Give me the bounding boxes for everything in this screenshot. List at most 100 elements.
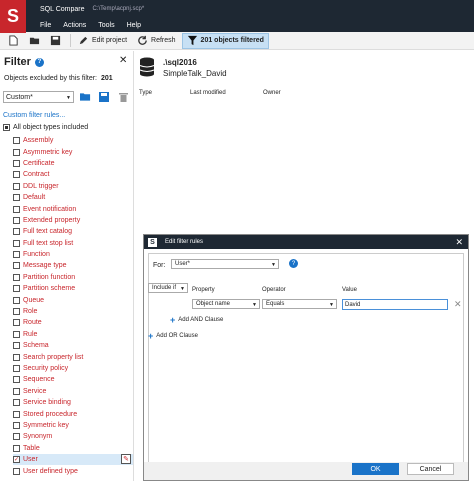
filter-toggle-button[interactable]: 201 objects filtered xyxy=(181,32,269,49)
checkbox[interactable] xyxy=(13,319,20,327)
add-or-clause-button[interactable]: + Add OR Clause xyxy=(148,331,198,341)
chevron-down-icon: ▼ xyxy=(180,286,185,292)
column-last-modified[interactable]: Last modified xyxy=(190,90,226,96)
checkbox[interactable] xyxy=(13,421,20,429)
dialog-close-icon[interactable]: ✕ xyxy=(455,237,463,248)
object-type-item[interactable]: Synonym xyxy=(13,431,133,442)
object-type-item[interactable]: Full text stop list xyxy=(13,238,133,249)
ok-button[interactable]: OK xyxy=(352,463,399,475)
checkbox[interactable] xyxy=(13,308,20,316)
refresh-button[interactable]: Refresh xyxy=(133,33,180,49)
save-filter-icon[interactable] xyxy=(98,91,110,103)
edit-project-button[interactable]: Edit project xyxy=(74,33,131,49)
object-type-item[interactable]: Function xyxy=(13,249,133,260)
object-type-item[interactable]: Stored procedure xyxy=(13,408,133,419)
checkbox[interactable] xyxy=(13,399,20,407)
checkbox[interactable] xyxy=(13,182,20,190)
menu-help[interactable]: Help xyxy=(127,22,141,29)
checkbox[interactable] xyxy=(13,296,20,304)
delete-filter-icon[interactable] xyxy=(117,91,129,103)
all-types-item[interactable]: All object types included xyxy=(3,124,88,131)
object-type-item[interactable]: Security policy xyxy=(13,363,133,374)
object-type-item[interactable]: Event notification xyxy=(13,203,133,214)
checkbox[interactable] xyxy=(13,376,20,384)
object-type-item[interactable]: Route xyxy=(13,317,133,328)
open-filter-icon[interactable] xyxy=(79,91,91,103)
tri-state-checkbox[interactable] xyxy=(3,124,10,131)
checkbox[interactable] xyxy=(13,137,20,145)
cancel-button[interactable]: Cancel xyxy=(407,463,454,475)
checkbox[interactable] xyxy=(13,205,20,213)
checkbox[interactable] xyxy=(13,285,20,293)
edit-rule-icon[interactable]: ✎ xyxy=(121,453,131,464)
rules-panel xyxy=(148,253,464,463)
object-type-item[interactable]: Service binding xyxy=(13,397,133,408)
new-button[interactable] xyxy=(4,33,23,49)
checkbox[interactable] xyxy=(13,194,20,202)
menu-actions[interactable]: Actions xyxy=(63,22,86,29)
checkbox[interactable] xyxy=(13,342,20,350)
column-type[interactable]: Type xyxy=(139,90,152,96)
checkbox[interactable] xyxy=(13,239,20,247)
checkbox[interactable] xyxy=(13,410,20,418)
property-select[interactable]: Object name ▼ xyxy=(192,299,260,309)
object-type-item[interactable]: Service xyxy=(13,386,133,397)
object-type-item[interactable]: Asymmetric key xyxy=(13,146,133,157)
custom-filter-rules-link[interactable]: Custom filter rules... xyxy=(3,112,65,119)
checkbox[interactable] xyxy=(13,433,20,441)
checkbox[interactable] xyxy=(13,467,20,475)
object-type-item[interactable]: Certificate xyxy=(13,158,133,169)
object-type-item[interactable]: Role xyxy=(13,306,133,317)
checkbox[interactable] xyxy=(13,444,20,452)
include-select[interactable]: Include if ▼ xyxy=(148,283,188,293)
column-owner[interactable]: Owner xyxy=(263,90,281,96)
object-type-item[interactable]: Message type xyxy=(13,260,133,271)
help-icon[interactable]: ? xyxy=(34,57,44,67)
add-and-clause-button[interactable]: + Add AND Clause xyxy=(170,315,223,325)
object-type-item[interactable]: Full text catalog xyxy=(13,226,133,237)
checkbox[interactable] xyxy=(13,148,20,156)
object-type-item[interactable]: Contract xyxy=(13,169,133,180)
checkbox[interactable] xyxy=(13,251,20,259)
checkbox[interactable] xyxy=(13,262,20,270)
close-filter-icon[interactable]: ✕ xyxy=(119,55,127,66)
remove-clause-icon[interactable]: ✕ xyxy=(454,299,462,310)
object-type-item[interactable]: Queue xyxy=(13,294,133,305)
checkbox[interactable] xyxy=(13,353,20,361)
checkbox[interactable] xyxy=(13,365,20,372)
checkbox[interactable] xyxy=(13,387,20,395)
object-type-item[interactable]: Search property list xyxy=(13,351,133,362)
value-input[interactable]: David xyxy=(342,299,448,310)
checkbox[interactable] xyxy=(13,171,20,179)
object-type-item[interactable]: DDL trigger xyxy=(13,181,133,192)
filter-dropdown[interactable]: Custom* ▼ xyxy=(3,91,74,103)
menu-tools[interactable]: Tools xyxy=(98,22,114,29)
object-type-item[interactable]: Extended property xyxy=(13,215,133,226)
object-type-item[interactable]: Assembly xyxy=(13,135,133,146)
checkbox[interactable] xyxy=(13,216,20,224)
object-type-item[interactable]: Schema xyxy=(13,340,133,351)
object-type-item[interactable]: Table xyxy=(13,443,133,454)
checkbox[interactable] xyxy=(13,228,20,236)
help-icon[interactable]: ? xyxy=(289,259,298,268)
operator-select[interactable]: Equals ▼ xyxy=(262,299,337,309)
object-type-item[interactable]: Rule xyxy=(13,329,133,340)
object-type-item[interactable]: Symmetric key xyxy=(13,420,133,431)
object-type-item[interactable]: Default xyxy=(13,192,133,203)
chevron-down-icon: ▼ xyxy=(271,262,276,268)
object-type-item[interactable]: User defined type xyxy=(13,465,133,476)
object-type-item[interactable]: Partition function xyxy=(13,272,133,283)
checkbox[interactable] xyxy=(13,330,20,338)
save-button[interactable] xyxy=(46,33,65,49)
checkbox[interactable] xyxy=(13,159,20,167)
checkbox[interactable] xyxy=(13,273,20,281)
for-select[interactable]: User* ▼ xyxy=(171,259,279,269)
menu-file[interactable]: File xyxy=(40,22,51,29)
object-type-label: Search property list xyxy=(23,353,84,361)
checkbox[interactable]: ✓ xyxy=(13,456,20,464)
open-button[interactable] xyxy=(25,33,44,49)
object-type-item[interactable]: Sequence xyxy=(13,374,133,385)
object-type-item[interactable]: Partition scheme xyxy=(13,283,133,294)
object-type-item[interactable]: ✓ User ✎ xyxy=(13,453,133,466)
column-headers: Type Last modified Owner xyxy=(135,88,474,98)
